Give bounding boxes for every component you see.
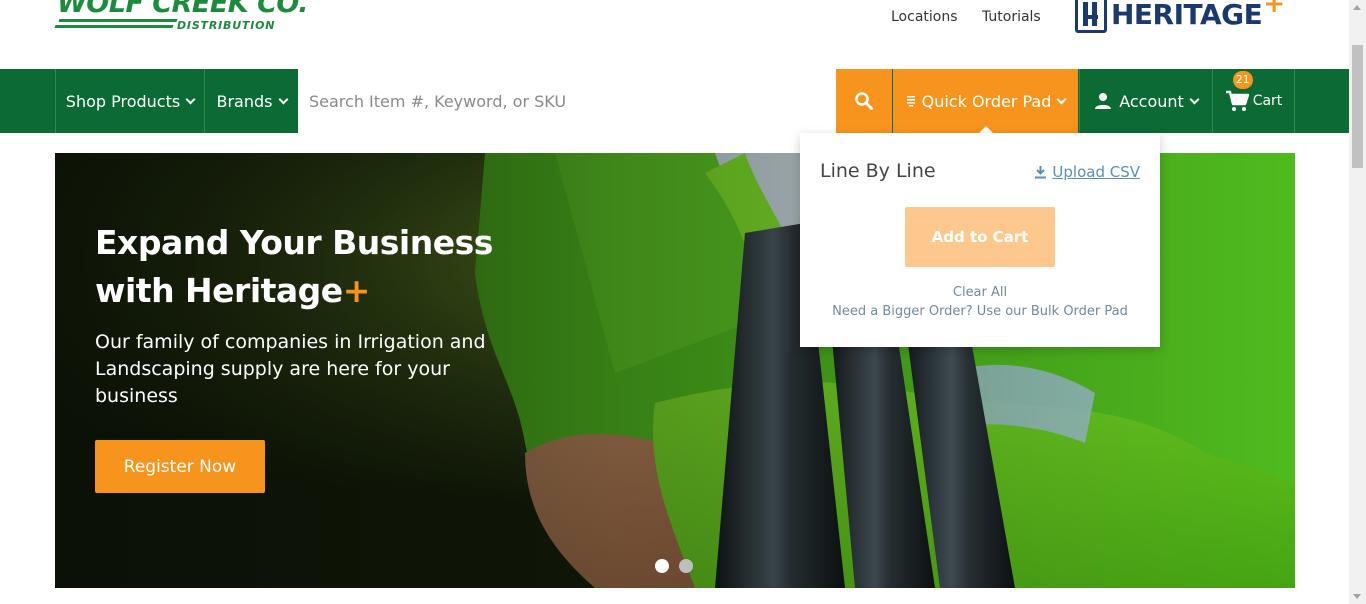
- page-scrollbar[interactable]: [1349, 0, 1366, 604]
- brands-label: Brands: [216, 91, 273, 111]
- heritage-logo-text: HERITAGE: [1111, 0, 1263, 31]
- hero-title-line1: Expand Your Business: [95, 223, 493, 262]
- chevron-down-icon: [185, 94, 196, 104]
- chevron-down-icon: [278, 94, 288, 104]
- main-nav: Shop Products Brands Quick Order Pad Acc…: [0, 69, 1349, 133]
- chevron-down-icon: [1056, 94, 1067, 104]
- search-input[interactable]: [298, 69, 836, 133]
- user-icon: [1095, 93, 1112, 109]
- search-button[interactable]: [836, 69, 892, 133]
- hero-title-line2: with Heritage+: [95, 267, 535, 315]
- bulk-order-pad-link[interactable]: Need a Bigger Order? Use our Bulk Order …: [800, 304, 1160, 319]
- logo-stripe: [54, 25, 174, 28]
- search-box: [298, 69, 836, 133]
- cart-count-badge: 21: [1232, 71, 1253, 89]
- register-now-button[interactable]: Register Now: [95, 440, 265, 493]
- top-links: Locations Tutorials: [891, 9, 1061, 25]
- upload-csv-link[interactable]: Upload CSV: [1035, 163, 1140, 181]
- search-icon: [855, 92, 873, 110]
- account-label: Account: [1119, 91, 1184, 111]
- top-header: WOLF CREEK CO. DISTRIBUTION Locations Tu…: [0, 0, 1349, 68]
- carousel-dot[interactable]: [679, 559, 693, 573]
- clear-all-link[interactable]: Clear All: [800, 285, 1160, 300]
- scroll-down-arrow-icon[interactable]: [1353, 594, 1361, 599]
- add-to-cart-button[interactable]: Add to Cart: [905, 207, 1055, 267]
- wolf-creek-logo-text: WOLF CREEK CO.: [57, 0, 309, 19]
- carousel-dot[interactable]: [655, 559, 669, 573]
- heritage-logo[interactable]: HERITAGE +: [1075, 0, 1285, 34]
- quick-order-pad-button[interactable]: Quick Order Pad: [893, 69, 1078, 133]
- brands-menu[interactable]: Brands: [204, 69, 298, 133]
- cart-label: Cart: [1252, 93, 1283, 109]
- heritage-plus-icon: +: [1263, 0, 1286, 19]
- wolf-creek-logo[interactable]: WOLF CREEK CO. DISTRIBUTION: [54, 0, 309, 38]
- cart-button[interactable]: 21 Cart: [1212, 69, 1295, 133]
- download-icon: [1035, 165, 1047, 179]
- quick-order-pad-label: Quick Order Pad: [921, 91, 1052, 111]
- cart-wrapper: 21 Cart: [1225, 71, 1283, 112]
- shop-products-menu[interactable]: Shop Products: [55, 69, 204, 133]
- hero-content: Expand Your Business with Heritage+ Our …: [95, 219, 535, 410]
- hero-title-line2-text: with Heritage: [95, 271, 343, 310]
- upload-csv-label: Upload CSV: [1052, 163, 1140, 181]
- order-pad-icon: [906, 96, 915, 107]
- carousel-dots: [655, 559, 693, 573]
- cart-icon: [1225, 90, 1249, 111]
- quick-order-pad-dropdown: Line By Line Upload CSV Add to Cart Clea…: [800, 133, 1160, 347]
- hero-title-plus: +: [342, 271, 371, 310]
- shop-products-label: Shop Products: [65, 91, 181, 111]
- account-menu[interactable]: Account: [1079, 69, 1212, 133]
- hero-subtitle: Our family of companies in Irrigation an…: [95, 331, 486, 407]
- locations-link[interactable]: Locations: [891, 9, 958, 25]
- logo-stripe: [58, 19, 178, 22]
- tutorials-link[interactable]: Tutorials: [982, 9, 1041, 25]
- scrollbar-thumb[interactable]: [1352, 45, 1363, 168]
- wolf-creek-logo-subtitle: DISTRIBUTION: [177, 19, 276, 32]
- chevron-down-icon: [1189, 94, 1200, 104]
- hero-title: Expand Your Business with Heritage+: [95, 219, 535, 315]
- scroll-up-arrow-icon[interactable]: [1353, 5, 1361, 10]
- line-by-line-title: Line By Line: [820, 160, 936, 182]
- heritage-h-icon: [1075, 0, 1107, 33]
